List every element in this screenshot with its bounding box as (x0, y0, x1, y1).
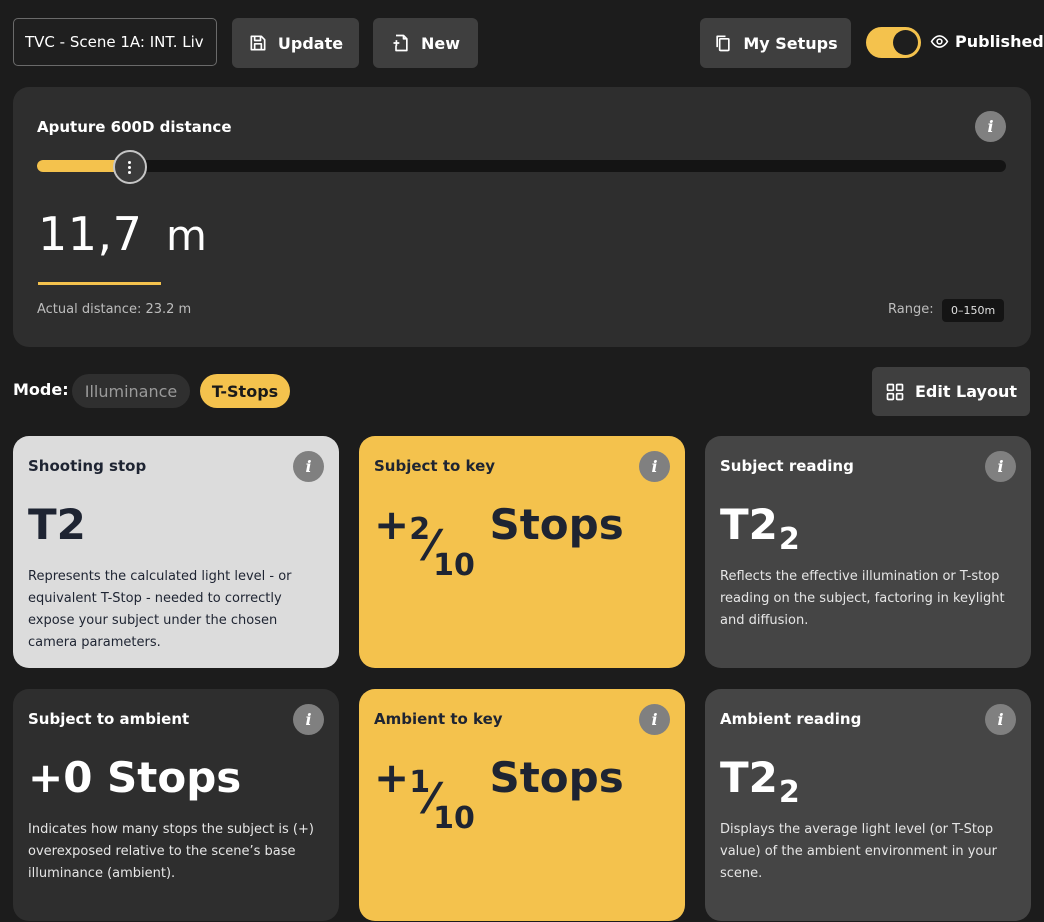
distance-info-icon[interactable]: i (975, 111, 1006, 142)
card-value: +0 Stops (28, 753, 242, 802)
published-toggle[interactable] (866, 27, 921, 58)
actual-distance: Actual distance: 23.2 m (37, 302, 192, 317)
grid-icon (886, 383, 904, 400)
card-description: Represents the calculated light level - … (28, 569, 292, 650)
edit-layout-button[interactable]: Edit Layout (872, 367, 1030, 416)
info-icon[interactable]: i (985, 451, 1016, 482)
new-label: New (420, 33, 461, 53)
card-value: T2 (28, 500, 86, 549)
value-fraction: 2 ⁄ 10 (409, 512, 475, 583)
my-setups-button[interactable]: My Setups (700, 18, 851, 68)
card-shooting-stop[interactable]: Shooting stop i T2 Represents the calcul… (13, 436, 339, 668)
distance-value[interactable]: 11,7 (38, 207, 142, 261)
value-unit: Stops (489, 753, 624, 802)
card-ambient-to-key[interactable]: Ambient to key i +1 ⁄ 10 Stops (359, 689, 685, 921)
update-label: Update (277, 33, 344, 53)
card-description: Indicates how many stops the subject is … (28, 822, 314, 881)
card-subject-to-key[interactable]: Subject to key i +2 ⁄ 10 Stops (359, 436, 685, 668)
mode-illuminance[interactable]: Illuminance (72, 374, 190, 408)
card-title: Shooting stop (28, 457, 147, 475)
new-file-icon (393, 34, 408, 52)
published-status: Published (930, 32, 1044, 51)
info-icon[interactable]: i (639, 451, 670, 482)
mode-tstops[interactable]: T-Stops (200, 374, 290, 408)
card-title: Ambient to key (374, 710, 503, 728)
card-title: Subject to key (374, 457, 496, 475)
card-description: Reflects the effective illumination or T… (720, 569, 1005, 628)
card-value: T22 (720, 753, 800, 810)
mode-label: Mode: (13, 380, 69, 399)
value-unit: Stops (489, 500, 624, 549)
distance-slider-track[interactable] (37, 160, 1006, 172)
eye-icon (930, 35, 949, 48)
toggle-knob (893, 30, 918, 55)
range-label: Range: (888, 302, 934, 317)
update-button[interactable]: Update (232, 18, 359, 68)
info-icon[interactable]: i (639, 704, 670, 735)
info-icon[interactable]: i (293, 704, 324, 735)
card-ambient-reading[interactable]: Ambient reading i T22 Displays the avera… (705, 689, 1031, 921)
card-description: Displays the average light level (or T-S… (720, 822, 997, 881)
distance-unit: m (166, 211, 207, 260)
save-icon (250, 35, 266, 51)
card-value: +1 ⁄ 10 Stops (374, 749, 624, 836)
info-icon[interactable]: i (293, 451, 324, 482)
card-value: +2 ⁄ 10 Stops (374, 496, 624, 583)
distance-title: Aputure 600D distance (37, 118, 232, 136)
range-badge: 0–150m (942, 299, 1005, 322)
distance-value-underline (38, 282, 161, 285)
my-setups-label: My Setups (743, 33, 838, 53)
value-sign: + (374, 500, 410, 549)
card-subject-reading[interactable]: Subject reading i T22 Reflects the effec… (705, 436, 1031, 668)
published-label: Published (955, 32, 1044, 51)
distance-slider-thumb[interactable] (112, 150, 147, 184)
card-title: Subject reading (720, 457, 854, 475)
card-value: T22 (720, 500, 800, 557)
card-subject-to-ambient[interactable]: Subject to ambient i +0 Stops Indicates … (13, 689, 339, 921)
copy-icon (716, 35, 731, 52)
new-button[interactable]: New (373, 18, 478, 68)
card-title: Ambient reading (720, 710, 862, 728)
value-sign: + (374, 753, 410, 802)
value-fraction: 1 ⁄ 10 (409, 765, 475, 836)
edit-layout-label: Edit Layout (914, 382, 1018, 401)
info-icon[interactable]: i (985, 704, 1016, 735)
setup-name-input[interactable] (13, 18, 217, 66)
card-title: Subject to ambient (28, 710, 190, 728)
